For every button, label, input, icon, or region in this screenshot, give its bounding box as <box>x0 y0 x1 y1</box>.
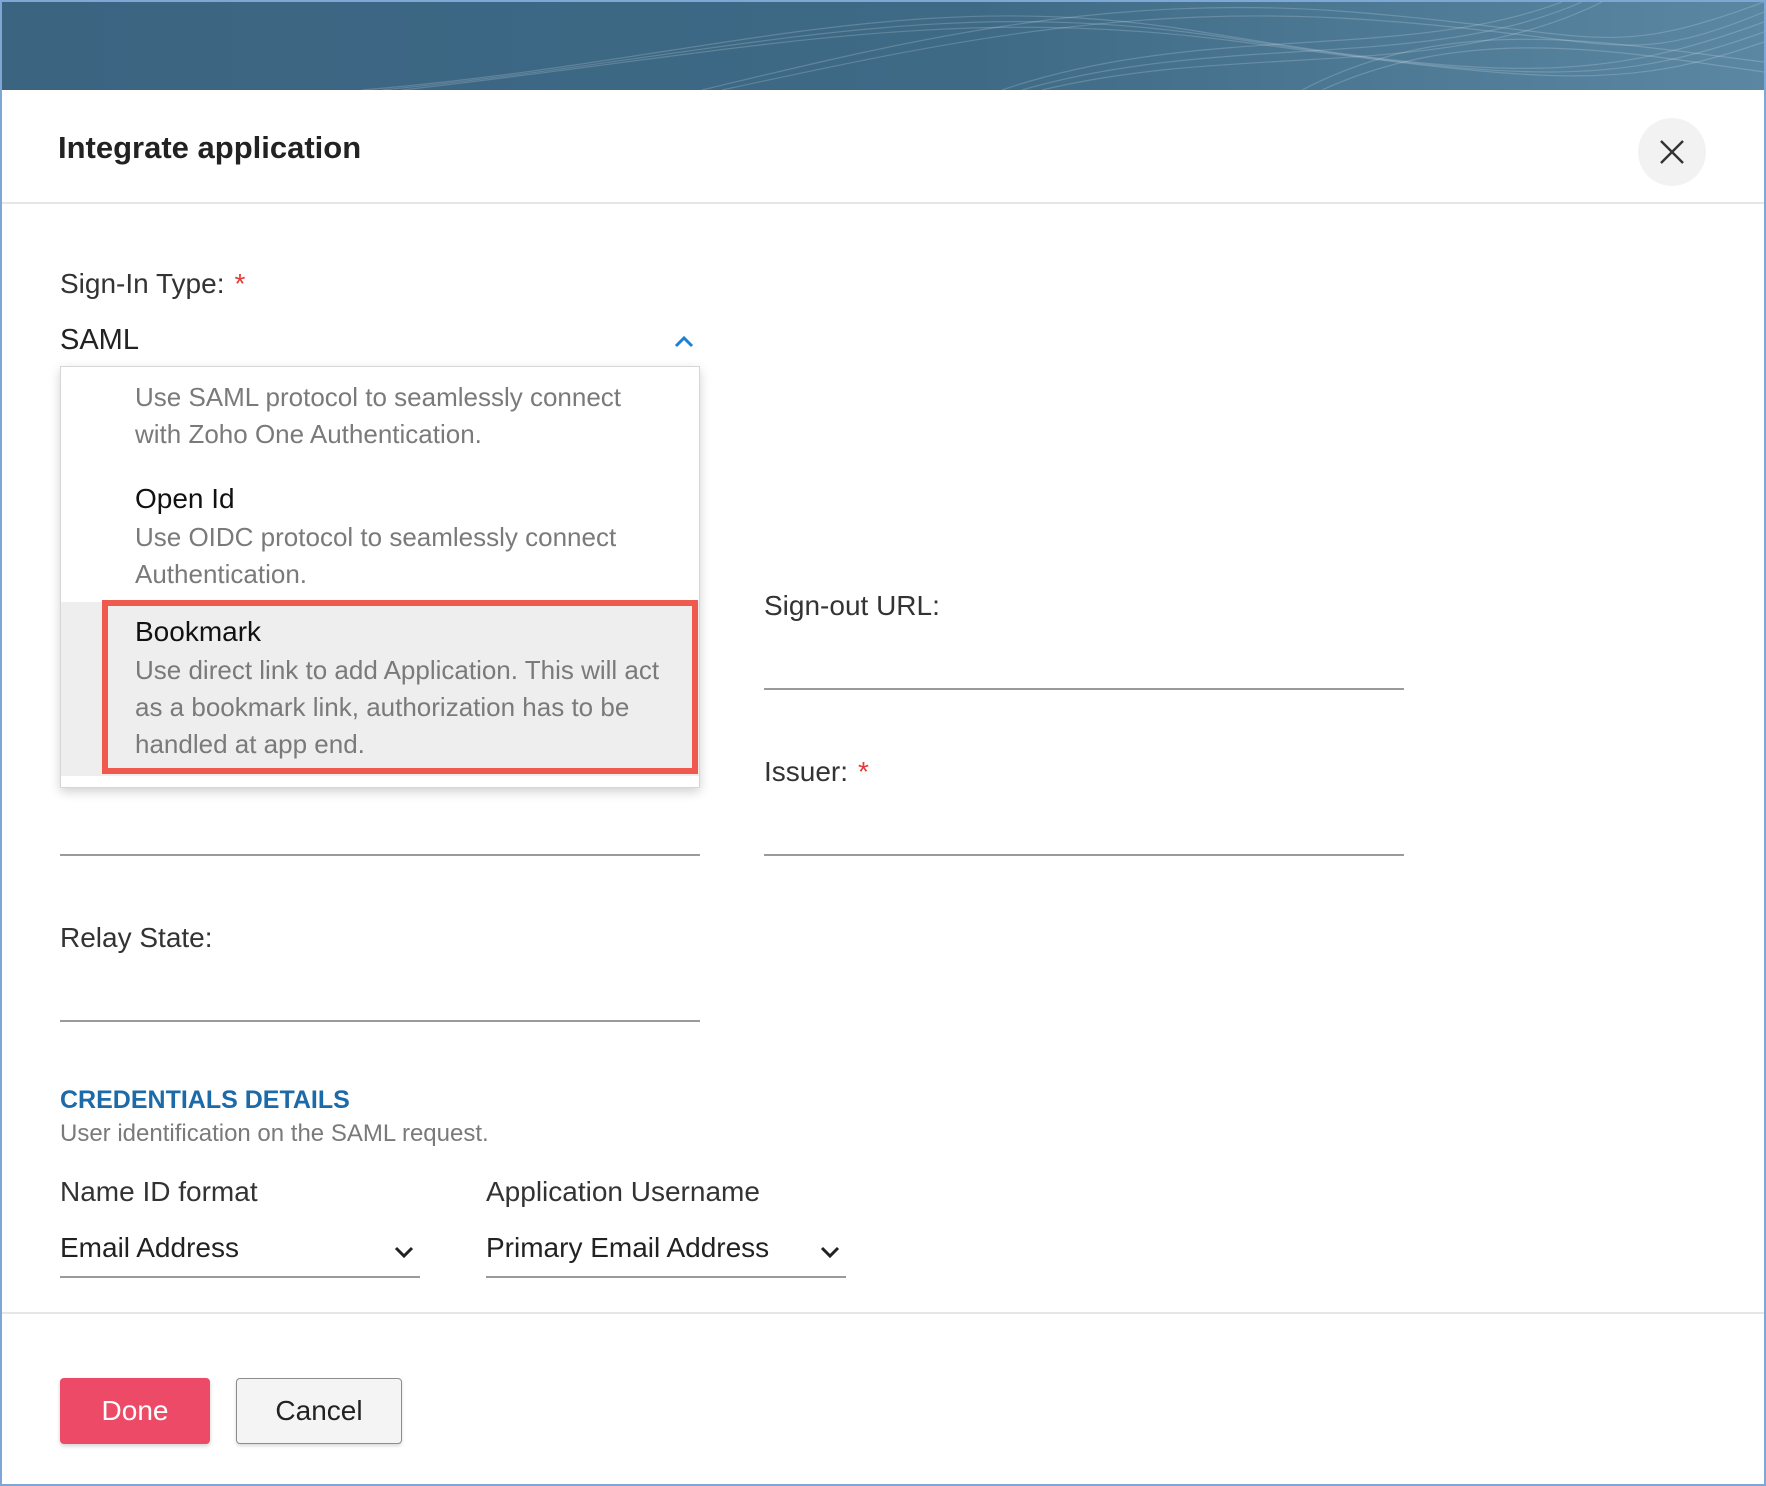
relay-state-underline <box>60 1020 700 1022</box>
application-username-underline <box>486 1276 846 1278</box>
issuer-label-text: Issuer: <box>764 756 849 787</box>
issuer-label: Issuer: * <box>764 756 869 788</box>
option-description-line: Use OIDC protocol to seamlessly connect <box>135 522 617 552</box>
application-username-value: Primary Email Address <box>486 1232 770 1263</box>
option-description-line: Use SAML protocol to seamlessly connect <box>135 382 622 412</box>
hidden-field-underline <box>60 854 700 856</box>
dialog-title: Integrate application <box>58 130 362 165</box>
name-id-format-value: Email Address <box>60 1232 239 1263</box>
sign-out-url-input[interactable] <box>764 632 1404 688</box>
sign-in-type-dropdown: Use SAML protocol to seamlessly connect … <box>60 366 700 788</box>
option-title: Bookmark <box>135 616 262 647</box>
sign-out-url-underline <box>764 688 1404 690</box>
name-id-format-underline <box>60 1276 420 1278</box>
header-banner <box>2 2 1764 90</box>
dropdown-option-bookmark[interactable]: Bookmark Use direct link to add Applicat… <box>61 602 699 776</box>
relay-state-input[interactable] <box>60 964 700 1020</box>
option-description-line: Authentication. <box>135 559 308 589</box>
issuer-underline <box>764 854 1404 856</box>
close-button[interactable] <box>1638 118 1706 186</box>
option-description-line: with Zoho One Authentication. <box>135 419 482 449</box>
required-asterisk: * <box>234 268 246 299</box>
option-description: Use direct link to add Application. This… <box>135 652 685 763</box>
option-description-line: as a bookmark link, authorization has to… <box>135 692 630 722</box>
option-title: Open Id <box>135 483 235 514</box>
issuer-input[interactable] <box>764 798 1404 854</box>
option-description: Use OIDC protocol to seamlessly connect … <box>135 519 685 593</box>
sign-in-type-label-text: Sign-In Type: <box>60 268 225 299</box>
sign-in-type-select[interactable]: SAML <box>60 320 698 366</box>
dropdown-option-open-id[interactable]: Open Id Use OIDC protocol to seamlessly … <box>61 471 699 601</box>
name-id-format-label: Name ID format <box>60 1176 258 1207</box>
sign-in-type-value: SAML <box>60 324 139 356</box>
chevron-down-icon <box>820 1246 840 1259</box>
hidden-field-input[interactable] <box>60 798 700 854</box>
sign-in-type-label: Sign-In Type: * <box>60 268 245 300</box>
dropdown-option-saml[interactable]: Use SAML protocol to seamlessly connect … <box>61 367 699 471</box>
application-username-label: Application Username <box>486 1176 760 1207</box>
name-id-format-select[interactable]: Email Address <box>60 1228 420 1276</box>
option-description-line: handled at app end. <box>135 729 365 759</box>
dialog-frame: Integrate application Sign-In Type: * SAM… <box>0 0 1766 1486</box>
banner-wave-pattern <box>361 2 1764 90</box>
close-icon <box>1660 140 1684 164</box>
option-description: Use SAML protocol to seamlessly connect … <box>135 379 685 453</box>
relay-state-label: Relay State: <box>60 922 213 953</box>
credentials-subtitle: User identification on the SAML request. <box>60 1120 489 1147</box>
dialog-header: Integrate application <box>2 90 1764 204</box>
chevron-down-icon <box>394 1246 414 1259</box>
required-asterisk: * <box>858 756 869 787</box>
credentials-heading: CREDENTIALS DETAILS <box>60 1086 350 1114</box>
option-description-line: Use direct link to add Application. This… <box>135 655 660 685</box>
chevron-up-icon <box>674 335 694 348</box>
cancel-button[interactable]: Cancel <box>236 1378 402 1444</box>
application-username-select[interactable]: Primary Email Address <box>486 1228 846 1276</box>
dialog-footer: Done Cancel <box>2 1312 1764 1484</box>
sign-out-url-label: Sign-out URL: <box>764 590 940 621</box>
done-button[interactable]: Done <box>60 1378 210 1444</box>
